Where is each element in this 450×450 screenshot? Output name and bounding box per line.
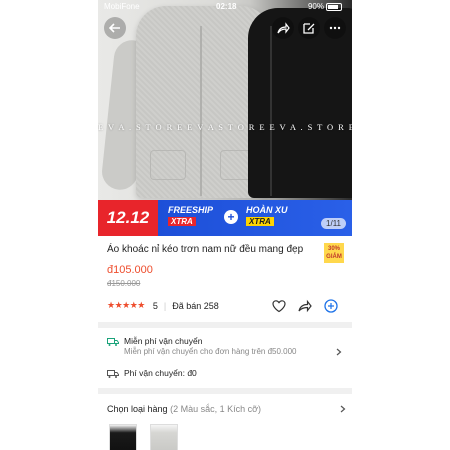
share-icon: [277, 22, 290, 34]
heart-icon[interactable]: [271, 298, 287, 314]
free-shipping-title: Miễn phí vận chuyển: [124, 336, 203, 346]
carrier-label: MobiFone: [104, 2, 140, 11]
star-rating-icon: ★★★★★: [107, 300, 145, 310]
variant-thumbnail-gray[interactable]: [150, 424, 178, 450]
shipping-fee-row: Phí vận chuyển: đ0: [107, 368, 343, 378]
image-pager: 1/11: [321, 218, 346, 229]
divider: [98, 322, 352, 328]
free-shipping-row[interactable]: Miễn phí vận chuyển Miễn phí vận chuyển …: [107, 336, 343, 356]
product-screen: E V A . S T O R E E V A S T O R E E V A …: [98, 0, 352, 450]
edit-button[interactable]: [298, 17, 320, 39]
chevron-right-icon: [336, 348, 342, 356]
original-price: đ150.000: [107, 279, 141, 288]
divider: [98, 388, 352, 394]
back-button[interactable]: [104, 17, 126, 39]
sold-count: Đã bán 258: [172, 300, 219, 311]
share-icon[interactable]: [297, 298, 313, 314]
variant-selector[interactable]: Chọn loại hàng (2 Màu sắc, 1 Kích cỡ): [107, 404, 261, 414]
chevron-right-icon[interactable]: [339, 405, 347, 413]
battery-icon: [326, 2, 342, 11]
plus-icon: +: [224, 210, 238, 224]
discount-badge: 30% GIẢM: [324, 243, 344, 263]
variant-label: Chọn loại hàng: [107, 404, 168, 414]
freeship-label: FREESHIP XTRA: [168, 205, 214, 226]
variant-thumbnail-black[interactable]: [109, 424, 137, 450]
rating-value: 5: [152, 300, 158, 311]
delivery-truck-icon: [107, 370, 119, 378]
chat-icon[interactable]: [323, 298, 339, 314]
product-title: Áo khoác nỉ kéo trơn nam nữ đều mang đẹp: [107, 244, 304, 255]
arrow-left-icon: [108, 23, 120, 33]
share-button[interactable]: [272, 17, 294, 39]
promo-banner[interactable]: 12.12 FREESHIP XTRA + HOÀN XU XTRA: [98, 200, 352, 236]
shipping-fee: Phí vận chuyển: đ0: [124, 368, 197, 378]
watermark: E V A . S T O R E E V A S T O R E E V A …: [98, 122, 352, 132]
promo-date: 12.12: [98, 200, 158, 236]
more-icon: [329, 26, 341, 30]
free-shipping-subtitle: Miễn phí vận chuyển cho đơn hàng trên đ5…: [124, 347, 297, 356]
rating-row[interactable]: ★★★★★ 5 | Đã bán 258: [107, 300, 219, 311]
hoanxu-label: HOÀN XU XTRA: [246, 205, 288, 226]
more-button[interactable]: [324, 17, 346, 39]
edit-icon: [303, 23, 315, 34]
status-bar: MobiFone 02:18 90%: [98, 0, 352, 12]
product-price: đ105.000: [107, 264, 153, 276]
clock: 02:18: [216, 2, 237, 11]
battery-indicator: 90%: [308, 2, 342, 11]
truck-icon: [107, 338, 119, 346]
variant-detail: (2 Màu sắc, 1 Kích cỡ): [170, 404, 262, 414]
